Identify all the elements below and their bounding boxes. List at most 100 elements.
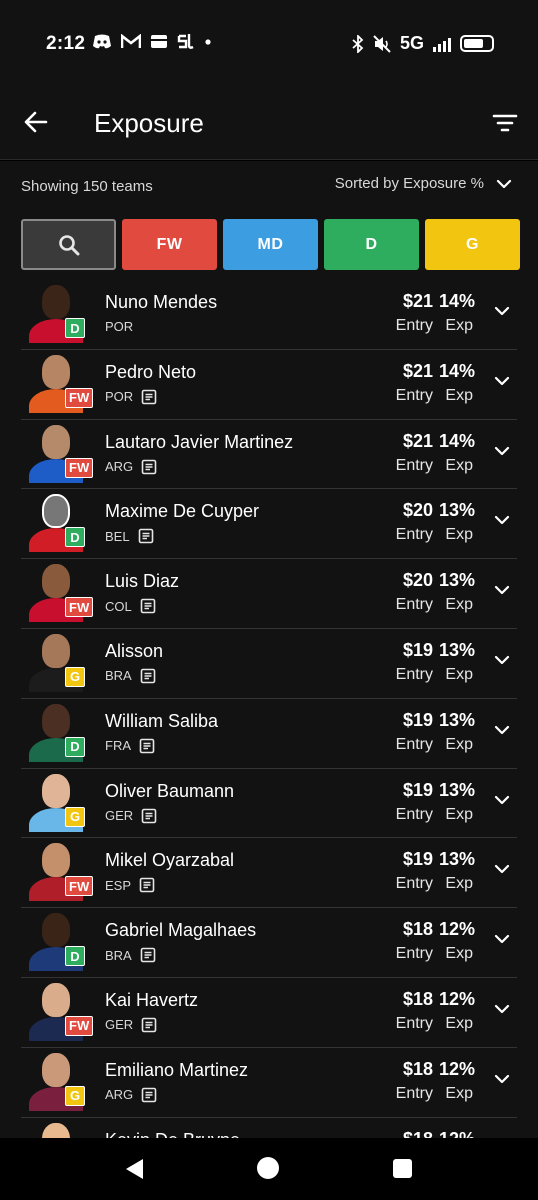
country-code: BRA: [105, 668, 132, 684]
player-row[interactable]: D Maxime De Cuyper BEL $20 Entry 13% Exp: [21, 489, 517, 560]
player-country: COL: [105, 598, 156, 614]
entry-value: $21: [402, 360, 433, 381]
expand-chevron-icon[interactable]: [494, 652, 510, 668]
expand-chevron-icon[interactable]: [494, 792, 510, 808]
position-badge: FW: [65, 1015, 94, 1036]
exposure-label: Exp: [445, 317, 473, 334]
filter-md-button[interactable]: MD: [223, 219, 318, 270]
player-row[interactable]: G Emiliano Martinez ARG $18 Entry 12% Ex…: [21, 1048, 517, 1118]
expand-chevron-icon[interactable]: [494, 931, 510, 947]
expand-chevron-icon[interactable]: [494, 303, 510, 319]
nav-recents-icon[interactable]: [393, 1159, 412, 1178]
country-code: BRA: [105, 947, 132, 963]
player-row[interactable]: MD Kevin De Bruyne BEL $18 Entry 12% Exp: [21, 1118, 517, 1138]
app-icon: [177, 34, 194, 49]
exposure-value: 12%: [438, 1058, 475, 1079]
player-name: Kevin De Bruyne: [105, 1130, 240, 1138]
exposure-value: 13%: [438, 849, 475, 870]
notes-icon[interactable]: [141, 459, 157, 475]
player-face: [42, 843, 70, 878]
notes-icon[interactable]: [138, 528, 154, 544]
status-bar: 2:12 5G: [0, 0, 538, 90]
entry-value: $20: [402, 500, 433, 521]
entry-value: $19: [402, 849, 433, 870]
entry-value: $18: [402, 919, 433, 940]
notification-icons: [92, 33, 212, 50]
expand-chevron-icon[interactable]: [494, 512, 510, 528]
back-button[interactable]: [20, 106, 52, 138]
notes-icon[interactable]: [140, 598, 156, 614]
exposure-value: 12%: [439, 1129, 475, 1138]
player-row[interactable]: FW Luis Diaz COL $20 Entry 13% Exp: [21, 559, 517, 629]
status-time: 2:12: [46, 33, 86, 54]
country-code: FRA: [105, 738, 131, 754]
position-badge: FW: [65, 387, 94, 408]
country-code: ARG: [105, 459, 134, 475]
filter-fw-button[interactable]: FW: [122, 219, 217, 270]
sort-label: Sorted by Exposure %: [334, 175, 484, 192]
player-row[interactable]: G Alisson BRA $19 Entry 13% Exp: [21, 629, 517, 699]
notes-icon[interactable]: [139, 877, 155, 893]
position-badge: FW: [65, 876, 94, 897]
exposure-label: Exp: [445, 735, 473, 753]
player-row[interactable]: FW Pedro Neto POR $21 Entry 14% Exp: [21, 350, 517, 420]
expand-chevron-icon[interactable]: [494, 373, 510, 389]
player-row[interactable]: FW Mikel Oyarzabal ESP $19 Entry 13% Exp: [21, 838, 517, 909]
notes-icon[interactable]: [140, 947, 156, 963]
expand-chevron-icon[interactable]: [494, 443, 510, 459]
expand-chevron-icon[interactable]: [494, 861, 510, 877]
player-name: Oliver Baumann: [105, 780, 235, 801]
player-row[interactable]: FW Kai Havertz GER $18 Entry 12% Exp: [21, 978, 517, 1048]
player-row[interactable]: D Nuno Mendes POR $21 Entry 14% Exp: [21, 280, 517, 350]
entry-value: $18: [402, 988, 433, 1009]
notes-icon[interactable]: [140, 668, 156, 684]
exposure-label: Exp: [445, 386, 473, 404]
notes-icon[interactable]: [139, 738, 155, 754]
player-face: [42, 1122, 70, 1138]
country-code: ESP: [105, 877, 132, 893]
exposure-label: Exp: [445, 875, 473, 893]
player-name: Pedro Neto: [105, 361, 197, 382]
filter-g-button[interactable]: G: [425, 219, 520, 270]
mute-icon: [373, 34, 391, 53]
chevron-down-icon: [496, 179, 512, 188]
notes-icon[interactable]: [141, 389, 157, 405]
exposure-label: Exp: [445, 665, 473, 683]
player-row[interactable]: D William Saliba FRA $19 Entry 13% Exp: [21, 699, 517, 769]
exposure-value: 13%: [438, 500, 475, 521]
expand-chevron-icon[interactable]: [494, 1001, 510, 1017]
notes-icon[interactable]: [141, 1087, 157, 1103]
player-row[interactable]: D Gabriel Magalhaes BRA $18 Entry 12% Ex…: [21, 908, 517, 978]
player-name: Emiliano Martinez: [105, 1059, 249, 1080]
bluetooth-icon: [352, 34, 364, 53]
notes-icon[interactable]: [141, 1017, 157, 1033]
main-content: Showing 150 teams Sorted by Exposure % F…: [0, 161, 538, 1138]
player-country: ESP: [105, 877, 155, 893]
sort-dropdown[interactable]: Sorted by Exposure %: [335, 175, 512, 192]
exposure-value: 14%: [438, 430, 475, 451]
entry-value: $21: [402, 430, 433, 451]
position-filter-bar: FW MD D G: [21, 219, 520, 270]
country-code: BEL: [105, 528, 130, 544]
nav-back-icon[interactable]: [123, 1157, 145, 1181]
player-row[interactable]: FW Lautaro Javier Martinez ARG $21 Entry…: [21, 420, 517, 490]
player-name: Luis Diaz: [105, 571, 180, 592]
entry-label: Entry: [395, 945, 433, 963]
country-code: COL: [105, 598, 132, 614]
notes-icon[interactable]: [141, 808, 157, 824]
entry-label: Entry: [395, 456, 433, 474]
position-badge: G: [65, 1085, 85, 1106]
filter-d-button[interactable]: D: [324, 219, 419, 270]
entry-value: $19: [402, 639, 433, 660]
player-face: [42, 982, 70, 1017]
expand-chevron-icon[interactable]: [494, 722, 510, 738]
country-code: GER: [105, 1017, 134, 1033]
player-row[interactable]: G Oliver Baumann GER $19 Entry 13% Exp: [21, 769, 517, 839]
player-country: GER: [105, 1017, 157, 1033]
filter-lines-icon[interactable]: [490, 108, 520, 138]
search-button[interactable]: [21, 219, 116, 270]
expand-chevron-icon[interactable]: [494, 582, 510, 598]
discord-icon: [93, 34, 111, 48]
nav-home-icon[interactable]: [257, 1157, 279, 1179]
expand-chevron-icon[interactable]: [494, 1071, 510, 1087]
